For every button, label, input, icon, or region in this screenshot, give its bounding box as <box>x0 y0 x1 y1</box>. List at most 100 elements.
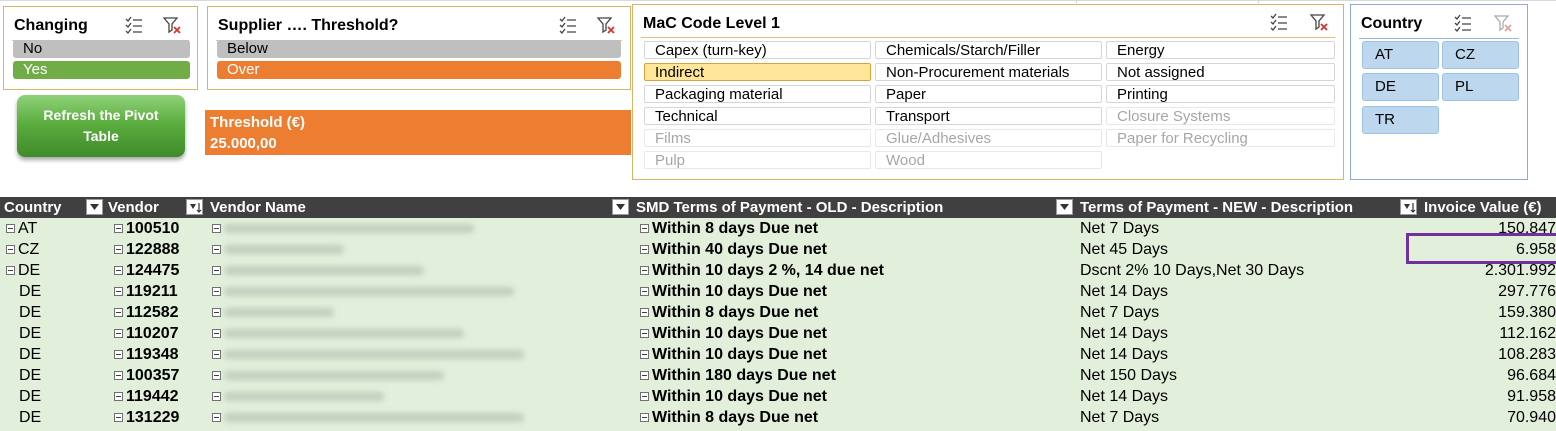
new-terms-cell[interactable]: Dscnt 2% 10 Days,Net 30 Days <box>1080 260 1304 281</box>
vendor-cell[interactable]: 119348 <box>114 344 179 365</box>
filter-dropdown-icon[interactable] <box>86 199 103 215</box>
country-cell[interactable]: DE <box>19 344 41 365</box>
collapse-icon[interactable] <box>212 287 221 297</box>
slicer-item-technical[interactable]: Technical <box>644 107 871 125</box>
slicer-item-non-procurement[interactable]: Non-Procurement materials <box>875 63 1102 81</box>
collapse-icon[interactable] <box>114 350 123 360</box>
vendor-name-cell[interactable] <box>212 344 524 365</box>
collapse-icon[interactable] <box>212 371 221 381</box>
multi-select-icon[interactable] <box>1453 13 1473 33</box>
vendor-cell[interactable]: 110207 <box>114 323 179 344</box>
slicer-item-chemicals[interactable]: Chemicals/Starch/Filler <box>875 41 1102 59</box>
country-cell[interactable]: DE <box>19 281 41 302</box>
old-terms-cell[interactable]: Within 8 days Due net <box>640 302 818 323</box>
slicer-item-paper-recycling[interactable]: Paper for Recycling <box>1106 129 1335 147</box>
slicer-item-below[interactable]: Below <box>217 40 621 58</box>
invoice-value-cell[interactable]: 96.684 <box>1507 365 1556 386</box>
sort-filter-dropdown-icon[interactable] <box>1400 199 1417 215</box>
multi-select-icon[interactable] <box>124 15 144 35</box>
vendor-cell[interactable]: 100510 <box>114 218 179 239</box>
multi-select-icon[interactable] <box>558 15 578 35</box>
vendor-cell[interactable]: 124475 <box>114 260 179 281</box>
collapse-icon[interactable] <box>640 224 649 234</box>
invoice-value-cell[interactable]: 159.380 <box>1498 302 1556 323</box>
country-cell[interactable]: DE <box>19 323 41 344</box>
vendor-cell[interactable]: 100357 <box>114 365 179 386</box>
vendor-name-cell[interactable] <box>212 239 344 260</box>
collapse-icon[interactable] <box>114 371 123 381</box>
old-terms-cell[interactable]: Within 8 days Due net <box>640 407 818 428</box>
slicer-item-films[interactable]: Films <box>644 129 871 147</box>
vendor-name-cell[interactable] <box>212 302 334 323</box>
country-cell[interactable]: DE <box>19 365 41 386</box>
slicer-item-cz[interactable]: CZ <box>1442 41 1519 69</box>
collapse-icon[interactable] <box>114 413 123 423</box>
filter-dropdown-icon[interactable] <box>1056 199 1073 215</box>
old-terms-cell[interactable]: Within 10 days Due net <box>640 386 827 407</box>
slicer-item-paper[interactable]: Paper <box>875 85 1102 103</box>
collapse-icon[interactable] <box>114 287 123 297</box>
clear-filter-icon[interactable] <box>1493 13 1513 33</box>
refresh-pivot-button[interactable]: Refresh the Pivot Table <box>17 95 185 157</box>
vendor-name-cell[interactable] <box>212 386 384 407</box>
slicer-item-indirect[interactable]: Indirect <box>644 63 871 81</box>
vendor-cell[interactable]: 131229 <box>114 407 179 428</box>
slicer-item-closure-systems[interactable]: Closure Systems <box>1106 107 1335 125</box>
new-terms-cell[interactable]: Net 14 Days <box>1080 344 1168 365</box>
collapse-icon[interactable] <box>640 371 649 381</box>
country-cell[interactable]: AT <box>6 218 37 239</box>
country-cell[interactable]: DE <box>19 302 41 323</box>
slicer-item-yes[interactable]: Yes <box>13 61 190 79</box>
collapse-icon[interactable] <box>212 224 221 234</box>
old-terms-cell[interactable]: Within 8 days Due net <box>640 218 818 239</box>
slicer-item-transport[interactable]: Transport <box>875 107 1102 125</box>
vendor-name-cell[interactable] <box>212 323 464 344</box>
old-terms-cell[interactable]: Within 10 days Due net <box>640 281 827 302</box>
vendor-name-cell[interactable] <box>212 281 514 302</box>
country-cell[interactable]: DE <box>6 260 40 281</box>
new-terms-cell[interactable]: Net 7 Days <box>1080 302 1159 323</box>
invoice-value-cell[interactable]: 297.776 <box>1498 281 1556 302</box>
slicer-item-packaging[interactable]: Packaging material <box>644 85 871 103</box>
collapse-icon[interactable] <box>6 266 15 276</box>
slicer-item-energy[interactable]: Energy <box>1106 41 1335 59</box>
vendor-name-cell[interactable] <box>212 407 524 428</box>
clear-filter-icon[interactable] <box>596 15 616 35</box>
collapse-icon[interactable] <box>212 350 221 360</box>
slicer-item-not-assigned[interactable]: Not assigned <box>1106 63 1335 81</box>
collapse-icon[interactable] <box>6 245 15 255</box>
slicer-item-pulp[interactable]: Pulp <box>644 151 871 169</box>
old-terms-cell[interactable]: Within 10 days Due net <box>640 323 827 344</box>
new-terms-cell[interactable]: Net 14 Days <box>1080 323 1168 344</box>
collapse-icon[interactable] <box>212 392 221 402</box>
collapse-icon[interactable] <box>640 413 649 423</box>
country-cell[interactable]: DE <box>19 407 41 428</box>
country-cell[interactable]: DE <box>19 386 41 407</box>
invoice-value-cell[interactable]: 108.283 <box>1498 344 1556 365</box>
slicer-item-at[interactable]: AT <box>1362 41 1439 69</box>
new-terms-cell[interactable]: Net 14 Days <box>1080 386 1168 407</box>
multi-select-icon[interactable] <box>1269 12 1289 32</box>
new-terms-cell[interactable]: Net 7 Days <box>1080 407 1159 428</box>
clear-filter-icon[interactable] <box>1309 12 1329 32</box>
collapse-icon[interactable] <box>114 392 123 402</box>
old-terms-cell[interactable]: Within 10 days Due net <box>640 344 827 365</box>
collapse-icon[interactable] <box>114 245 123 255</box>
new-terms-cell[interactable]: Net 45 Days <box>1080 239 1168 260</box>
slicer-item-printing[interactable]: Printing <box>1106 85 1335 103</box>
vendor-name-cell[interactable] <box>212 260 424 281</box>
collapse-icon[interactable] <box>640 392 649 402</box>
collapse-icon[interactable] <box>640 287 649 297</box>
collapse-icon[interactable] <box>212 245 221 255</box>
collapse-icon[interactable] <box>6 224 15 234</box>
slicer-item-capex[interactable]: Capex (turn-key) <box>644 41 871 59</box>
old-terms-cell[interactable]: Within 180 days Due net <box>640 365 836 386</box>
new-terms-cell[interactable]: Net 150 Days <box>1080 365 1177 386</box>
collapse-icon[interactable] <box>640 350 649 360</box>
vendor-cell[interactable]: 119211 <box>114 281 178 302</box>
collapse-icon[interactable] <box>640 245 649 255</box>
collapse-icon[interactable] <box>114 266 123 276</box>
invoice-value-cell[interactable]: 70.940 <box>1507 407 1556 428</box>
slicer-item-no[interactable]: No <box>13 40 190 58</box>
collapse-icon[interactable] <box>640 266 649 276</box>
